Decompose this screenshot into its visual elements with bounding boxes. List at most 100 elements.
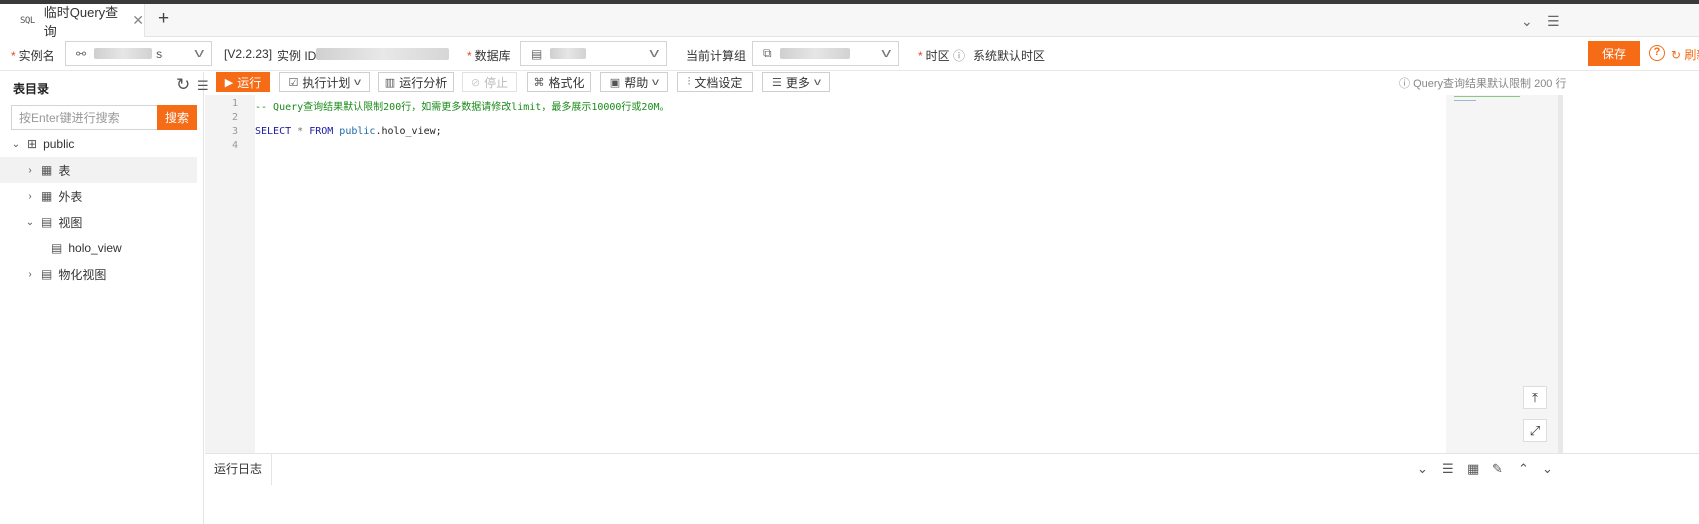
schema-icon: ⊞ [27, 137, 38, 151]
tree-node-holo-view[interactable]: ▤ holo_view [0, 235, 197, 261]
minimap-line [1454, 96, 1520, 97]
run-button[interactable]: ▶ 运行 [216, 72, 270, 92]
version-label: [V2.2.23] [224, 47, 273, 61]
chevron-down-icon: v [648, 45, 659, 60]
instance-icon: ⚯ [76, 46, 87, 61]
external-table-icon: ▦ [41, 189, 53, 203]
tab-label: 临时Query查询 [43, 4, 119, 39]
chevron-down-icon[interactable]: ⌄ [11, 139, 21, 150]
timezone-value: 系统默认时区 [973, 49, 1046, 63]
chevron-down-icon: v [880, 45, 891, 60]
fullscreen-icon[interactable]: ⤢ [1523, 419, 1547, 442]
info-icon: ⓘ [1399, 78, 1410, 90]
config-bar: * 实例名 ⚯ s v [V2.2.23] 实例 ID * 数据库 ▤ v 当前计算… [0, 37, 1699, 71]
refresh-icon[interactable]: ↻ [176, 75, 190, 95]
tree-node-external-tables[interactable]: › ▦ 外表 [0, 183, 197, 209]
play-icon: ▶ [224, 76, 234, 89]
doc-settings-button[interactable]: ⫶ 文档设定 [677, 72, 753, 92]
menu-icon[interactable]: ☰ [1442, 461, 1454, 477]
instance-id-label: 实例 ID [277, 49, 317, 63]
compute-group-select[interactable]: ⧉ v [752, 41, 899, 66]
calendar-icon[interactable]: ▦ [1467, 461, 1479, 477]
chevron-right-icon[interactable]: › [25, 269, 35, 280]
chevron-down-icon: v [193, 45, 204, 60]
help-menu-button[interactable]: ▣ 帮助 v [600, 72, 668, 92]
expand-panel-icon[interactable]: ⌃ [1518, 461, 1529, 477]
editor-toolbar: ▶ 运行 ☑ 执行计划 v ▥ 运行分析 ⊘ 停止 ⌘ 格式化 ▣ 帮助 v ⫶ 文档设定 ☰ 更多… [205, 72, 1699, 94]
document-icon: ▣ [609, 76, 621, 89]
refresh-icon: ↻ [1671, 48, 1682, 62]
redacted-database [550, 48, 587, 59]
redacted-instance [94, 48, 153, 59]
run-analysis-button[interactable]: ▥ 运行分析 [378, 72, 454, 92]
refresh-button[interactable]: ↻ 刷新 [1671, 46, 1699, 63]
list-icon: ☰ [772, 76, 782, 89]
line-number: 2 [231, 112, 238, 123]
tree-node-materialized-views[interactable]: › ▤ 物化视图 [0, 261, 197, 287]
result-limit-note: ⓘ Query查询结果默认限制 200 行 [1399, 78, 1567, 90]
close-icon[interactable]: ✕ [132, 12, 144, 29]
chevron-down-icon: v [354, 76, 362, 88]
instance-select[interactable]: ⚯ s v [65, 41, 212, 66]
menu-icon[interactable]: ☰ [1547, 13, 1560, 30]
line-number: 1 [231, 98, 238, 109]
redacted-compute-group [779, 48, 850, 59]
view-icon: ▤ [51, 241, 63, 255]
sidebar-title: 表目录 [13, 82, 50, 96]
stop-button[interactable]: ⊘ 停止 [462, 72, 517, 92]
table-catalog-sidebar: 表目录 ↻ ☰ 搜索 ⌄ ⊞ public › ▦ 表 › ▦ 外表 ⌄ ▤ 视… [0, 72, 209, 524]
code-line-select: SELECT * FROM public.holo_view; [255, 126, 442, 137]
format-icon: ⌘ [533, 76, 545, 89]
table-icon: ▦ [41, 163, 53, 177]
search-button[interactable]: 搜索 [157, 105, 197, 130]
compute-group-label: 当前计算组 [686, 49, 747, 63]
database-icon: ▤ [531, 46, 543, 61]
pin-icon[interactable]: ✎ [1492, 461, 1503, 477]
help-icon[interactable]: ? [1649, 45, 1665, 61]
instance-value: s [156, 46, 163, 61]
chevron-circle-down-icon[interactable]: ⌄ [1521, 13, 1533, 30]
bottom-panel: 运行日志 ⌄ ☰ ▦ ✎ ⌃ ⌄ [205, 453, 1699, 485]
save-button[interactable]: 保存 [1588, 41, 1640, 66]
settings-sliders-icon: ⫶ [687, 75, 691, 88]
chevron-circle-down-icon[interactable]: ⌄ [1417, 461, 1428, 477]
editor-scrollbar[interactable] [1558, 95, 1563, 453]
chevron-down-icon: v [813, 76, 821, 88]
tab-run-log[interactable]: 运行日志 [205, 454, 272, 485]
chevron-right-icon[interactable]: › [25, 191, 35, 202]
catalog-search-input[interactable] [11, 105, 157, 130]
line-number: 3 [231, 126, 238, 137]
checkbox-icon: ☑ [288, 76, 299, 89]
line-number: 4 [231, 140, 238, 151]
more-button[interactable]: ☰ 更多 v [762, 72, 830, 92]
execution-plan-button[interactable]: ☑ 执行计划 v [279, 72, 370, 92]
collapse-panel-icon[interactable]: ⌄ [1542, 461, 1553, 477]
tab-temp-query[interactable]: SQL 临时Query查询 ✕ [0, 4, 145, 39]
add-tab-icon[interactable]: + [158, 8, 169, 30]
instance-label: * 实例名 [11, 49, 55, 63]
tab-bar: SQL 临时Query查询 ✕ + ⌄ ☰ [0, 4, 1699, 39]
tree-node-views[interactable]: ⌄ ▤ 视图 [0, 209, 197, 235]
scroll-to-top-icon[interactable]: ⤒ [1523, 386, 1547, 409]
database-label: * 数据库 [467, 49, 511, 63]
tree-node-public[interactable]: ⌄ ⊞ public [0, 131, 197, 157]
minimap-line [1454, 100, 1476, 101]
code-line-comment: -- Query查询结果默认限制200行，如需更多数据请修改limit，最多展示… [255, 102, 670, 113]
materialized-view-icon: ▤ [41, 267, 53, 281]
tree-node-tables[interactable]: › ▦ 表 [0, 157, 197, 183]
sql-editor[interactable]: 1 2 3 4 -- Query查询结果默认限制200行，如需更多数据请修改li… [205, 95, 1699, 453]
chevron-down-icon: v [652, 76, 660, 88]
sql-icon: SQL [20, 15, 35, 26]
database-select[interactable]: ▤ v [520, 41, 667, 66]
info-icon: ⓘ [953, 49, 966, 63]
redacted-instance-id [316, 48, 449, 60]
timezone-label: * 时区 ⓘ [918, 49, 966, 63]
view-icon: ▤ [41, 215, 53, 229]
compute-group-icon: ⧉ [763, 46, 772, 60]
chart-icon: ▥ [384, 76, 396, 89]
stop-icon: ⊘ [470, 76, 481, 89]
line-number-gutter: 1 2 3 4 [205, 95, 255, 453]
chevron-right-icon[interactable]: › [25, 165, 35, 176]
chevron-down-icon[interactable]: ⌄ [25, 217, 35, 228]
format-button[interactable]: ⌘ 格式化 [527, 72, 591, 92]
